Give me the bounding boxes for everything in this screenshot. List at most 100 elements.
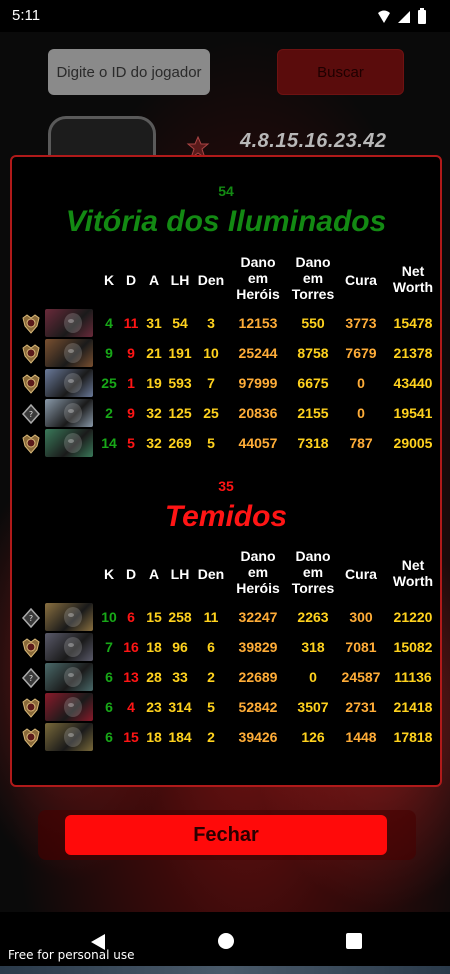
- net-worth-cell: 21418: [393, 699, 433, 715]
- deaths-cell: 13: [123, 669, 139, 685]
- col-tower-damage: Dano em Torres: [291, 254, 335, 302]
- heal-cell: 787: [349, 435, 373, 451]
- close-button[interactable]: Fechar: [65, 815, 387, 855]
- hero-damage-cell: 39829: [238, 639, 278, 655]
- col-hero-damage: Dano em Heróis: [236, 254, 280, 302]
- tower-damage-cell: 2263: [297, 609, 329, 625]
- col-lh: LH: [170, 566, 190, 582]
- last-hits-cell: 96: [172, 639, 188, 655]
- battery-icon: [418, 10, 426, 24]
- col-den: Den: [197, 566, 225, 582]
- deaths-cell: 16: [123, 639, 139, 655]
- svg-text:?: ?: [29, 410, 33, 419]
- tower-damage-cell: 8758: [297, 345, 329, 361]
- deaths-cell: 9: [127, 405, 135, 421]
- table-row: 7 16 18 96 6 39829 318 7081 15082: [12, 633, 440, 663]
- kills-cell: 14: [101, 435, 117, 451]
- deaths-cell: 15: [123, 729, 139, 745]
- net-worth-cell: 15478: [393, 315, 433, 331]
- kills-cell: 4: [105, 315, 113, 331]
- net-worth-cell: 17818: [393, 729, 433, 745]
- net-worth-cell: 21220: [393, 609, 433, 625]
- player-id-input[interactable]: [48, 49, 210, 95]
- net-worth-cell: 19541: [393, 405, 433, 421]
- kills-cell: 2: [105, 405, 113, 421]
- hero-portrait: [45, 339, 93, 367]
- hero-damage-cell: 97999: [238, 375, 278, 391]
- hero-portrait: [45, 663, 93, 691]
- col-d: D: [125, 566, 137, 582]
- last-hits-cell: 314: [168, 699, 192, 715]
- deaths-cell: 4: [127, 699, 135, 715]
- recents-icon[interactable]: [346, 933, 362, 949]
- watermark: Free for personal use: [8, 948, 135, 962]
- kills-cell: 10: [101, 609, 117, 625]
- kills-cell: 6: [105, 699, 113, 715]
- last-hits-cell: 33: [172, 669, 188, 685]
- tower-damage-cell: 550: [301, 315, 325, 331]
- last-hits-cell: 593: [168, 375, 192, 391]
- net-worth-cell: 21378: [393, 345, 433, 361]
- table-row: 6 4 23 314 5 52842 3507 2731 21418: [12, 693, 440, 723]
- heal-cell: 1448: [345, 729, 377, 745]
- deaths-cell: 11: [123, 315, 139, 331]
- denies-cell: 2: [207, 729, 215, 745]
- last-hits-cell: 269: [168, 435, 192, 451]
- heal-cell: 24587: [341, 669, 381, 685]
- deaths-cell: 6: [127, 609, 135, 625]
- rank-medal-icon: [20, 342, 42, 366]
- nav-strip: [0, 966, 450, 974]
- table-row: ? 10 6 15 258 11 32247 2263 300 21220: [12, 603, 440, 633]
- status-bar: 5:11: [0, 0, 450, 32]
- last-hits-cell: 184: [168, 729, 192, 745]
- denies-cell: 10: [203, 345, 219, 361]
- rank-medal-icon: [20, 372, 42, 396]
- home-icon[interactable]: [218, 933, 234, 949]
- last-hits-cell: 191: [168, 345, 192, 361]
- hero-damage-cell: 39426: [238, 729, 278, 745]
- heal-cell: 7081: [345, 639, 377, 655]
- tower-damage-cell: 2155: [297, 405, 329, 421]
- kills-cell: 9: [105, 345, 113, 361]
- net-worth-cell: 15082: [393, 639, 433, 655]
- close-button-label: Fechar: [193, 823, 259, 846]
- last-hits-cell: 258: [168, 609, 192, 625]
- hero-damage-cell: 12153: [238, 315, 278, 331]
- col-net-worth: Net Worth: [392, 263, 434, 295]
- col-k: K: [103, 272, 115, 288]
- col-heal: Cura: [345, 566, 377, 582]
- search-button-label: Buscar: [317, 63, 364, 81]
- kills-cell: 7: [105, 639, 113, 655]
- search-button[interactable]: Buscar: [277, 49, 404, 95]
- rank-medal-icon: [20, 726, 42, 750]
- header-code: 4.8.15.16.23.42: [240, 130, 387, 152]
- navigation-bar: Free for personal use: [0, 912, 450, 974]
- table-row: 14 5 32 269 5 44057 7318 787 29005: [12, 429, 440, 459]
- col-heal: Cura: [345, 272, 377, 288]
- denies-cell: 2: [207, 669, 215, 685]
- col-d: D: [125, 272, 137, 288]
- hero-damage-cell: 52842: [238, 699, 278, 715]
- heal-cell: 7679: [345, 345, 377, 361]
- deaths-cell: 5: [127, 435, 135, 451]
- rank-medal-icon: [20, 636, 42, 660]
- tower-damage-cell: 6675: [297, 375, 329, 391]
- deaths-cell: 1: [127, 375, 135, 391]
- table-row: 9 9 21 191 10 25244 8758 7679 21378: [12, 339, 440, 369]
- hero-portrait: [45, 603, 93, 631]
- team-title: Temidos: [164, 500, 288, 533]
- svg-text:?: ?: [29, 674, 33, 683]
- hero-damage-cell: 25244: [238, 345, 278, 361]
- table-row: 25 1 19 593 7 97999 6675 0 43440: [12, 369, 440, 399]
- col-net-worth: Net Worth: [392, 557, 434, 589]
- heal-cell: 3773: [345, 315, 377, 331]
- hero-portrait: [45, 429, 93, 457]
- assists-cell: 31: [146, 315, 162, 331]
- assists-cell: 19: [146, 375, 162, 391]
- tower-damage-cell: 126: [301, 729, 325, 745]
- wifi-icon: [378, 10, 390, 23]
- assists-cell: 32: [146, 405, 162, 421]
- col-k: K: [103, 566, 115, 582]
- last-hits-cell: 125: [168, 405, 192, 421]
- net-worth-cell: 43440: [393, 375, 433, 391]
